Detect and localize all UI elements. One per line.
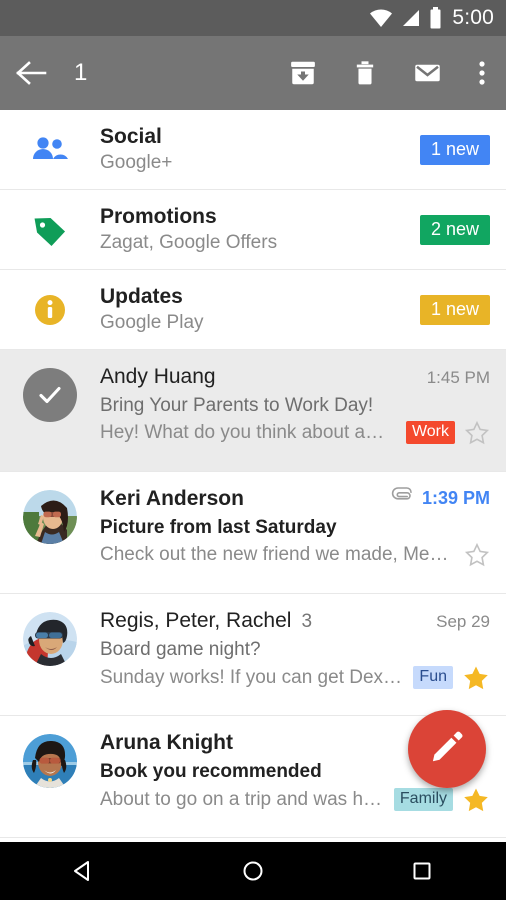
email-row-andy-huang[interactable]: Andy Huang 1:45 PM Bring Your Parents to… bbox=[0, 350, 506, 472]
status-bar-clock: 5:00 bbox=[452, 6, 494, 29]
battery-icon bbox=[429, 7, 442, 29]
email-header-line: Regis, Peter, Rachel 3 Sep 29 bbox=[100, 608, 490, 635]
email-sender: Keri Anderson bbox=[100, 487, 244, 510]
app-screen: 5:00 1 Social Google+ 1 new Promotions Z… bbox=[0, 0, 506, 900]
email-meta: Sep 29 bbox=[428, 612, 490, 632]
email-label-chip[interactable]: Work bbox=[405, 421, 455, 445]
email-snippet: Hey! What do you think about a… bbox=[100, 421, 385, 443]
avatar-container[interactable] bbox=[0, 364, 100, 459]
email-snippet-line: Check out the new friend we made, Me… bbox=[100, 542, 490, 568]
compose-pencil-icon bbox=[429, 729, 465, 770]
email-content: Keri Anderson 1:39 PM Picture from last … bbox=[100, 486, 492, 581]
photo-avatar-regis[interactable] bbox=[23, 612, 77, 666]
category-title: Updates bbox=[100, 284, 183, 308]
star-icon-filled[interactable] bbox=[462, 786, 490, 814]
category-badge-social: 1 new bbox=[419, 134, 490, 165]
email-content: Andy Huang 1:45 PM Bring Your Parents to… bbox=[100, 364, 492, 459]
compose-fab-button[interactable] bbox=[408, 710, 486, 788]
email-content: Regis, Peter, Rachel 3 Sep 29 Board game… bbox=[100, 608, 492, 703]
nav-home-button[interactable] bbox=[213, 842, 293, 900]
nav-recents-button[interactable] bbox=[382, 842, 462, 900]
avatar-container[interactable] bbox=[0, 486, 100, 581]
action-bar: 1 bbox=[0, 36, 506, 110]
email-subject: Picture from last Saturday bbox=[100, 516, 337, 538]
delete-button[interactable] bbox=[334, 36, 396, 110]
category-text-updates: Updates Google Play bbox=[100, 285, 420, 335]
avatar-container[interactable] bbox=[0, 608, 100, 703]
email-timestamp: Sep 29 bbox=[436, 612, 490, 631]
email-timestamp: 1:39 PM bbox=[421, 488, 490, 508]
wifi-icon bbox=[369, 8, 393, 28]
email-label-chip[interactable]: Family bbox=[393, 788, 453, 812]
category-text-social: Social Google+ bbox=[100, 125, 420, 175]
attachment-icon bbox=[391, 487, 415, 510]
email-snippet: Sunday works! If you can get Dex… bbox=[100, 666, 403, 688]
email-snippet-line: Hey! What do you think about a… Work bbox=[100, 420, 490, 446]
archive-button[interactable] bbox=[272, 36, 334, 110]
star-icon[interactable] bbox=[464, 542, 490, 568]
star-icon[interactable] bbox=[464, 420, 490, 446]
email-snippet-line: Sunday works! If you can get Dex… Fun bbox=[100, 664, 490, 692]
category-text-promotions: Promotions Zagat, Google Offers bbox=[100, 205, 420, 255]
email-subject: Board game night? bbox=[100, 638, 261, 660]
thread-count: 3 bbox=[301, 611, 313, 632]
selection-count: 1 bbox=[74, 59, 88, 86]
android-navigation-bar bbox=[0, 842, 506, 900]
email-sender: Andy Huang bbox=[100, 365, 216, 388]
category-row-updates[interactable]: Updates Google Play 1 new bbox=[0, 270, 506, 350]
star-icon-filled[interactable] bbox=[462, 664, 490, 692]
photo-avatar-aruna[interactable] bbox=[23, 734, 77, 788]
category-subtitle: Zagat, Google Offers bbox=[100, 231, 278, 253]
email-sender: Regis, Peter, Rachel bbox=[100, 609, 292, 632]
category-title: Social bbox=[100, 124, 162, 148]
mark-unread-button[interactable] bbox=[396, 36, 458, 110]
cellular-signal-icon bbox=[401, 8, 421, 28]
category-row-social[interactable]: Social Google+ 1 new bbox=[0, 110, 506, 190]
overflow-menu-button[interactable] bbox=[458, 36, 506, 110]
category-badge-updates: 1 new bbox=[419, 294, 490, 325]
email-meta: 1:45 PM bbox=[419, 368, 490, 388]
email-header-line: Andy Huang 1:45 PM bbox=[100, 364, 490, 391]
email-row-keri-anderson[interactable]: Keri Anderson 1:39 PM Picture from last … bbox=[0, 472, 506, 594]
category-badge-promotions: 2 new bbox=[419, 214, 490, 245]
category-row-promotions[interactable]: Promotions Zagat, Google Offers 2 new bbox=[0, 190, 506, 270]
email-timestamp: 1:45 PM bbox=[426, 368, 490, 387]
category-subtitle: Google Play bbox=[100, 311, 204, 333]
back-arrow-icon[interactable] bbox=[0, 59, 62, 87]
email-meta: 1:39 PM bbox=[383, 487, 490, 510]
email-snippet: About to go on a trip and was h… bbox=[100, 788, 383, 810]
status-bar: 5:00 bbox=[0, 0, 506, 36]
people-icon bbox=[0, 135, 100, 165]
info-icon bbox=[0, 293, 100, 327]
photo-avatar-keri[interactable] bbox=[23, 490, 77, 544]
email-label-chip[interactable]: Fun bbox=[413, 666, 453, 690]
email-row-regis-peter-rachel[interactable]: Regis, Peter, Rachel 3 Sep 29 Board game… bbox=[0, 594, 506, 716]
selected-check-avatar[interactable] bbox=[23, 368, 77, 422]
tag-icon bbox=[0, 212, 100, 248]
email-sender: Aruna Knight bbox=[100, 731, 233, 754]
email-snippet: Check out the new friend we made, Me… bbox=[100, 543, 449, 565]
nav-back-button[interactable] bbox=[44, 842, 124, 900]
category-subtitle: Google+ bbox=[100, 151, 173, 173]
category-title: Promotions bbox=[100, 204, 217, 228]
email-header-line: Keri Anderson 1:39 PM bbox=[100, 486, 490, 513]
avatar-container[interactable] bbox=[0, 730, 100, 825]
email-subject: Bring Your Parents to Work Day! bbox=[100, 394, 374, 416]
email-snippet-line: About to go on a trip and was h… Family bbox=[100, 786, 490, 814]
